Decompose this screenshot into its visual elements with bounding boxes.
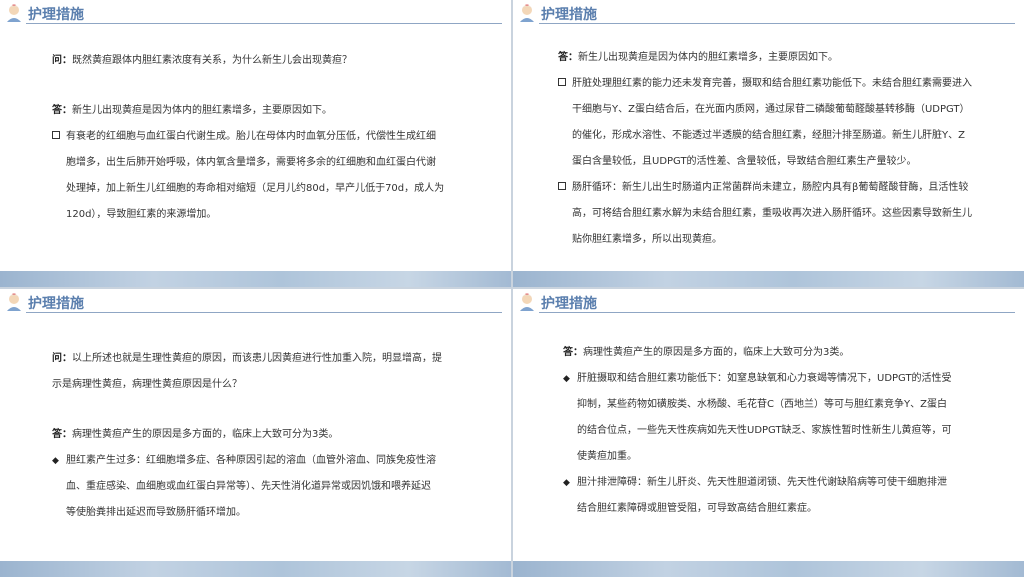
footer-band (0, 271, 511, 287)
section-title: 护理措施 (28, 296, 84, 312)
question: 问：以上所述也就是生理性黄疸的原因，而该患儿因黄疸进行性加重入院，明显增高，提 … (52, 353, 442, 390)
slide-body: 答：病理性黄疸产生的原因是多方面的，临床上大致可分为3类。 ◆ 肝脏摄取和结合胆… (563, 340, 1003, 522)
footer-band (513, 561, 1024, 577)
slide-2: 护理措施 答：新生儿出现黄疸是因为体内的胆红素增多，主要原因如下。 肝脏处理胆红… (513, 0, 1024, 287)
slide-1: 护理措施 问：既然黄疸跟体内胆红素浓度有关系，为什么新生儿会出现黄疸？ 答：新生… (0, 0, 511, 287)
slide-header: 护理措施 (517, 292, 1015, 313)
answer: 答：新生儿出现黄疸是因为体内的胆红素增多，主要原因如下。 (558, 52, 838, 63)
list-item: ◆ 胆汁排泄障碍：新生儿肝炎、先天性胆道闭锁、先天性代谢缺陷病等可使干细胞排泄 … (563, 470, 1003, 522)
header-divider (26, 312, 502, 313)
diamond-bullet-icon: ◆ (563, 374, 570, 384)
list-item: 有衰老的红细胞与血红蛋白代谢生成。胎儿在母体内时血氧分压低，代偿性生成红细 胞增… (52, 124, 482, 228)
slide-header: 护理措施 (4, 292, 502, 313)
square-bullet-icon (52, 131, 60, 139)
nurse-logo-icon (520, 4, 534, 22)
diamond-bullet-icon: ◆ (563, 478, 570, 488)
nurse-logo-icon (7, 4, 21, 22)
slide-header: 护理措施 (517, 3, 1015, 24)
slide-header: 护理措施 (4, 3, 502, 24)
answer: 答：病理性黄疸产生的原因是多方面的，临床上大致可分为3类。 (563, 347, 850, 358)
nurse-logo-icon (7, 293, 21, 311)
slide-body: 问：既然黄疸跟体内胆红素浓度有关系，为什么新生儿会出现黄疸？ 答：新生儿出现黄疸… (52, 48, 482, 228)
slide-4: 护理措施 答：病理性黄疸产生的原因是多方面的，临床上大致可分为3类。 ◆ 肝脏摄… (513, 289, 1024, 577)
list-item: 肠肝循环：新生儿出生时肠道内正常菌群尚未建立，肠腔内具有β葡萄醛酸苷酶，且活性较… (558, 175, 1008, 253)
diamond-bullet-icon: ◆ (52, 456, 59, 466)
section-title: 护理措施 (541, 7, 597, 23)
footer-band (513, 271, 1024, 287)
header-divider (539, 312, 1015, 313)
header-divider (26, 23, 502, 24)
slide-body: 答：新生儿出现黄疸是因为体内的胆红素增多，主要原因如下。 肝脏处理胆红素的能力还… (558, 45, 1008, 253)
square-bullet-icon (558, 78, 566, 86)
section-title: 护理措施 (541, 296, 597, 312)
list-item: 肝脏处理胆红素的能力还未发育完善，摄取和结合胆红素功能低下。未结合胆红素需要进入… (558, 71, 1008, 175)
answer: 答：新生儿出现黄疸是因为体内的胆红素增多，主要原因如下。 (52, 105, 332, 116)
square-bullet-icon (558, 182, 566, 190)
list-item: ◆ 胆红素产生过多：红细胞增多症、各种原因引起的溶血（血管外溶血、同族免疫性溶 … (52, 448, 482, 526)
slide-3: 护理措施 问：以上所述也就是生理性黄疸的原因，而该患儿因黄疸进行性加重入院，明显… (0, 289, 511, 577)
nurse-logo-icon (520, 293, 534, 311)
footer-band (0, 561, 511, 577)
header-divider (539, 23, 1015, 24)
slide-body: 问：以上所述也就是生理性黄疸的原因，而该患儿因黄疸进行性加重入院，明显增高，提 … (52, 346, 482, 526)
question: 问：既然黄疸跟体内胆红素浓度有关系，为什么新生儿会出现黄疸？ (52, 55, 352, 66)
section-title: 护理措施 (28, 7, 84, 23)
list-item: ◆ 肝脏摄取和结合胆红素功能低下：如窒息缺氧和心力衰竭等情况下，UDPGT的活性… (563, 366, 1003, 470)
answer: 答：病理性黄疸产生的原因是多方面的，临床上大致可分为3类。 (52, 429, 339, 440)
